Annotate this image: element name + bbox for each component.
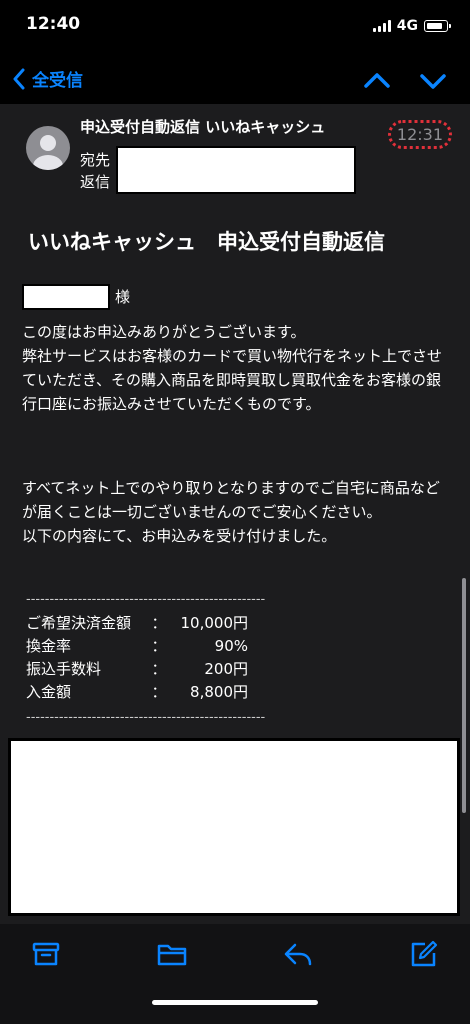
- status-bar: 12:40 4G: [0, 0, 470, 56]
- mail-body: いいねキャッシュ 申込受付自動返信 様 この度はお申込みありがとうございます。 …: [0, 208, 470, 924]
- detail-row: 振込手数料 ： 200円: [26, 658, 248, 681]
- divider-top: ----------------------------------------…: [26, 592, 266, 607]
- signal-icon: [372, 20, 391, 32]
- mail-subject: 申込受付自動返信 いいねキャッシュ: [80, 118, 326, 136]
- redacted-content-block: [8, 738, 460, 916]
- back-label: 全受信: [32, 71, 83, 91]
- person-icon: [33, 135, 63, 170]
- intro-paragraph: この度はお申込みありがとうございます。 弊社サービスはお客様のカードで買い物代行…: [22, 323, 443, 413]
- previous-message-button[interactable]: [362, 66, 392, 96]
- home-indicator[interactable]: [152, 1000, 318, 1005]
- detail-row: 換金率 ： 90%: [26, 635, 248, 658]
- detail-label: ご希望決済金額: [26, 614, 132, 632]
- detail-colon: ：: [151, 614, 167, 632]
- reply-to-label: 返信: [80, 173, 111, 191]
- compose-icon[interactable]: [408, 938, 440, 970]
- status-indicators: 4G: [372, 18, 451, 34]
- detail-value: 10,000円: [180, 614, 249, 632]
- detail-value: 200円: [204, 660, 248, 678]
- archive-icon[interactable]: [30, 938, 62, 970]
- divider-bottom: ----------------------------------------…: [26, 710, 266, 725]
- detail-value: 90%: [214, 637, 248, 655]
- detail-label: 入金額: [26, 683, 72, 701]
- to-label: 宛先: [80, 151, 111, 169]
- detail-colon: ：: [151, 637, 167, 655]
- received-time: 12:31: [387, 120, 452, 149]
- detail-row: ご希望決済金額 ： 10,000円: [26, 612, 248, 635]
- chevron-left-icon: [13, 68, 25, 89]
- detail-label: 振込手数料: [26, 660, 102, 678]
- redacted-address: [116, 146, 356, 194]
- status-time: 12:40: [26, 14, 81, 34]
- detail-value: 8,800円: [190, 683, 248, 701]
- sender-avatar[interactable]: [26, 126, 70, 170]
- address-labels: 宛先 返信: [80, 149, 110, 193]
- application-details: ご希望決済金額 ： 10,000円 換金率 ： 90% 振込手数料 ： 200円…: [26, 612, 248, 704]
- reply-icon[interactable]: [282, 938, 314, 970]
- redacted-recipient-name: [22, 284, 110, 310]
- detail-colon: ：: [151, 683, 167, 701]
- scrollbar[interactable]: [462, 578, 466, 813]
- bottom-toolbar: [0, 924, 470, 1024]
- next-message-button[interactable]: [418, 66, 448, 96]
- honorific: 様: [115, 288, 131, 306]
- battery-icon: [424, 20, 451, 32]
- notice-paragraph: すべてネット上でのやり取りとなりますのでご自宅に商品などが届くことは一切ございま…: [22, 479, 440, 545]
- nav-bar: 全受信: [0, 56, 470, 104]
- detail-colon: ：: [151, 660, 167, 678]
- network-label: 4G: [396, 18, 418, 34]
- folder-icon[interactable]: [156, 938, 188, 970]
- detail-label: 換金率: [26, 637, 72, 655]
- detail-row: 入金額 ： 8,800円: [26, 681, 248, 704]
- mail-header: 申込受付自動返信 いいねキャッシュ 12:31 宛先 返信: [0, 104, 470, 209]
- mail-title: いいねキャッシュ 申込受付自動返信: [28, 230, 385, 254]
- back-button[interactable]: 全受信: [12, 66, 83, 91]
